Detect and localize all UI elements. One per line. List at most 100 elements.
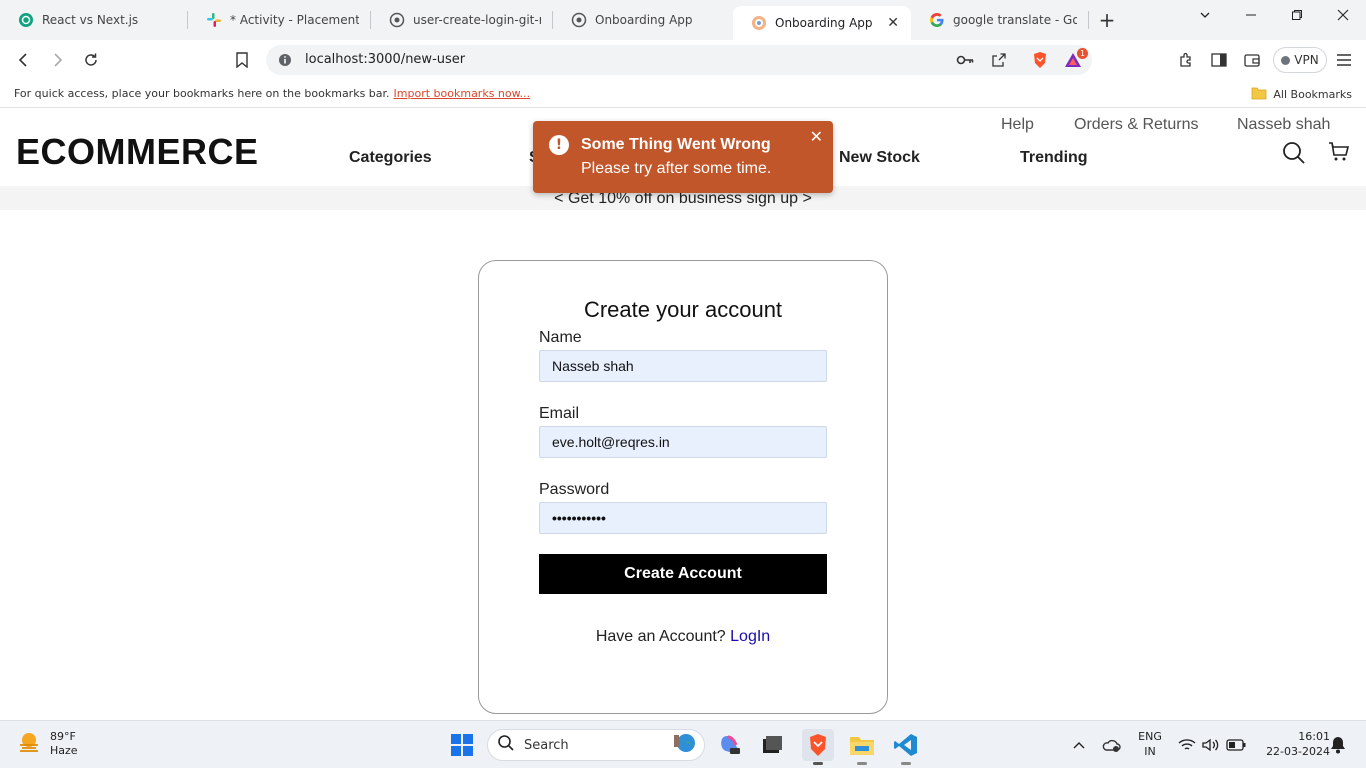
rewards-badge: 1 bbox=[1077, 48, 1088, 59]
form-heading: Create your account bbox=[583, 297, 783, 322]
name-field[interactable]: Nasseb shah bbox=[539, 350, 827, 382]
search-icon bbox=[498, 735, 514, 755]
volume-icon[interactable] bbox=[1198, 729, 1224, 761]
folder-icon bbox=[1251, 86, 1267, 103]
clock-date: 22-03-2024 bbox=[1266, 745, 1330, 758]
explorer-running-indicator bbox=[857, 762, 867, 765]
chatgpt-icon bbox=[18, 12, 34, 28]
email-label: Email bbox=[539, 405, 580, 422]
clock[interactable]: 16:01 22-03-2024 bbox=[1254, 729, 1330, 759]
tab-slack-activity[interactable]: * Activity - Placements Mi bbox=[188, 0, 371, 40]
task-view-icon[interactable] bbox=[756, 729, 788, 761]
vscode-running-indicator bbox=[901, 762, 911, 765]
globe-icon bbox=[571, 12, 587, 28]
key-icon[interactable] bbox=[956, 51, 974, 69]
weather-widget[interactable]: 89°F Haze bbox=[16, 729, 78, 758]
toast-close-icon[interactable]: ✕ bbox=[810, 127, 823, 146]
close-window-button[interactable] bbox=[1320, 0, 1366, 30]
lang-bottom: IN bbox=[1144, 745, 1156, 758]
have-account-row: Have an Account? LogIn bbox=[479, 628, 887, 646]
notification-bell-icon[interactable] bbox=[1324, 729, 1352, 761]
tab-title: React vs Next.js bbox=[42, 13, 139, 27]
tab-title: * Activity - Placements Mi bbox=[230, 13, 359, 27]
search-icon[interactable] bbox=[1282, 141, 1306, 165]
exclamation-icon: ! bbox=[549, 135, 569, 155]
address-toolbar: localhost:3000/new-user 1 VPN bbox=[0, 40, 1366, 80]
weather-desc: Haze bbox=[50, 743, 78, 757]
toast-message: Please try after some time. bbox=[581, 160, 772, 177]
restore-button[interactable] bbox=[1274, 0, 1320, 30]
all-bookmarks-label: All Bookmarks bbox=[1273, 88, 1352, 101]
import-bookmarks-link[interactable]: Import bookmarks now... bbox=[394, 87, 531, 100]
nav-trending[interactable]: Trending bbox=[1020, 149, 1088, 167]
nav-new-stock[interactable]: New Stock bbox=[839, 149, 920, 167]
tab-title: Onboarding App bbox=[595, 13, 693, 27]
all-bookmarks-button[interactable]: All Bookmarks bbox=[1251, 86, 1352, 103]
onedrive-sync-icon[interactable] bbox=[1096, 729, 1126, 761]
vscode-icon[interactable] bbox=[890, 729, 922, 761]
tab-onboarding-app[interactable]: Onboarding App bbox=[553, 0, 733, 40]
brave-browser-icon[interactable] bbox=[802, 729, 834, 761]
slack-icon bbox=[206, 12, 222, 28]
vpn-label: VPN bbox=[1294, 53, 1319, 67]
new-tab-button[interactable]: + bbox=[1089, 0, 1125, 40]
have-account-text: Have an Account? bbox=[595, 628, 726, 645]
create-account-button[interactable]: Create Account bbox=[539, 554, 827, 594]
windows-start-icon[interactable] bbox=[446, 729, 478, 761]
globe-icon bbox=[389, 12, 405, 28]
vpn-status-icon bbox=[1281, 55, 1291, 65]
copilot-icon[interactable] bbox=[714, 729, 746, 761]
bookmarks-hint: For quick access, place your bookmarks h… bbox=[14, 87, 530, 100]
site-info-icon[interactable] bbox=[276, 51, 294, 69]
tab-react-vs-nextjs[interactable]: React vs Next.js bbox=[0, 0, 188, 40]
windows-taskbar: 89°F Haze Search ENG IN 16:01 22-03-2024 bbox=[0, 720, 1366, 768]
extensions-icon[interactable] bbox=[1174, 48, 1198, 72]
weather-temp: 89°F bbox=[50, 729, 76, 743]
orders-returns-link[interactable]: Orders & Returns bbox=[1074, 116, 1198, 134]
browser-tab-strip: React vs Next.js * Activity - Placements… bbox=[0, 0, 1366, 40]
language-indicator[interactable]: ENG IN bbox=[1132, 729, 1168, 759]
error-toast: ! Some Thing Went Wrong Please try after… bbox=[533, 121, 833, 193]
tab-google-translate[interactable]: google translate - Google bbox=[911, 0, 1089, 40]
forward-icon[interactable] bbox=[45, 48, 69, 72]
tab-onboarding-app-active[interactable]: Onboarding App ✕ bbox=[733, 6, 911, 40]
nav-categories[interactable]: Categories bbox=[349, 149, 432, 167]
login-link[interactable]: LogIn bbox=[730, 628, 770, 645]
brave-running-indicator bbox=[813, 762, 823, 765]
minimize-button[interactable] bbox=[1228, 0, 1274, 30]
name-label: Name bbox=[539, 329, 582, 346]
haze-icon bbox=[16, 729, 42, 758]
site-logo[interactable]: ECOMMERCE bbox=[16, 131, 259, 173]
show-hidden-icons-chevron-icon[interactable] bbox=[1064, 729, 1094, 761]
taskbar-search-box[interactable]: Search bbox=[487, 729, 705, 761]
search-highlight-icon bbox=[672, 732, 696, 758]
bookmark-icon[interactable] bbox=[230, 48, 254, 72]
help-link[interactable]: Help bbox=[1001, 116, 1034, 134]
cart-icon[interactable] bbox=[1328, 141, 1352, 165]
share-icon[interactable] bbox=[990, 51, 1008, 69]
menu-icon[interactable] bbox=[1332, 48, 1356, 72]
back-icon[interactable] bbox=[12, 48, 36, 72]
wallet-icon[interactable] bbox=[1240, 48, 1264, 72]
reload-icon[interactable] bbox=[79, 48, 103, 72]
vpn-button[interactable]: VPN bbox=[1273, 47, 1327, 73]
file-explorer-icon[interactable] bbox=[846, 729, 878, 761]
tab-git-branch[interactable]: user-create-login-git-mai bbox=[371, 0, 553, 40]
brave-shields-icon[interactable] bbox=[1031, 51, 1049, 69]
wifi-icon[interactable] bbox=[1174, 729, 1200, 761]
battery-icon[interactable] bbox=[1222, 729, 1250, 761]
password-label: Password bbox=[539, 481, 610, 498]
tab-title: Onboarding App bbox=[775, 16, 873, 30]
google-icon bbox=[929, 12, 945, 28]
address-bar[interactable]: localhost:3000/new-user 1 bbox=[266, 45, 1092, 75]
close-tab-icon[interactable]: ✕ bbox=[887, 15, 899, 31]
email-field[interactable]: eve.holt@reqres.in bbox=[539, 426, 827, 458]
user-name-link[interactable]: Nasseb shah bbox=[1237, 116, 1330, 134]
tab-search-chevron-icon[interactable] bbox=[1182, 0, 1228, 30]
bookmarks-bar: For quick access, place your bookmarks h… bbox=[0, 80, 1366, 108]
sidebar-icon[interactable] bbox=[1207, 48, 1231, 72]
password-field[interactable]: ••••••••••• bbox=[539, 502, 827, 534]
clock-time: 16:01 bbox=[1298, 730, 1330, 743]
create-account-card: Create your account Name Nasseb shah Ema… bbox=[478, 260, 888, 714]
taskbar-search-placeholder: Search bbox=[524, 737, 569, 753]
